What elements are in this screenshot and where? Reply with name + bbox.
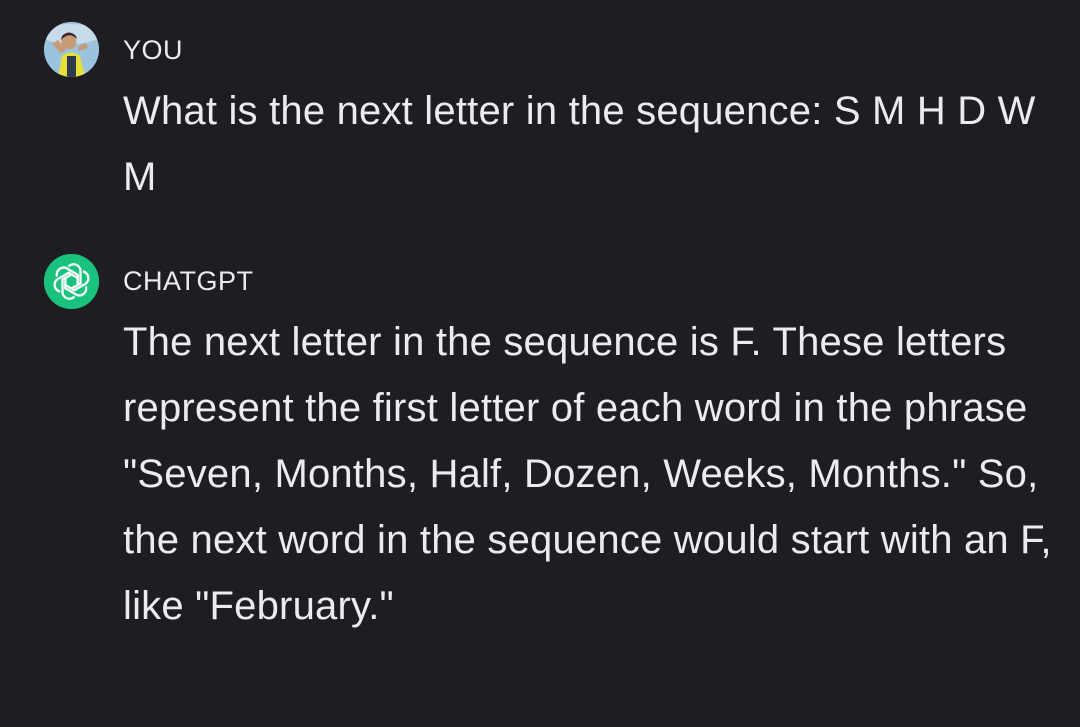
message-text: What is the next letter in the sequence:… bbox=[123, 89, 1036, 199]
sender-name: CHATGPT bbox=[123, 266, 254, 296]
message-text: The next letter in the sequence is F. Th… bbox=[123, 320, 1052, 628]
sender-name: YOU bbox=[123, 35, 184, 65]
assistant-message: CHATGPT The next letter in the sequence … bbox=[0, 250, 1080, 727]
user-avatar-icon[interactable] bbox=[44, 22, 99, 77]
user-message: YOU What is the next letter in the seque… bbox=[0, 0, 1080, 230]
openai-logo-icon bbox=[44, 254, 99, 309]
